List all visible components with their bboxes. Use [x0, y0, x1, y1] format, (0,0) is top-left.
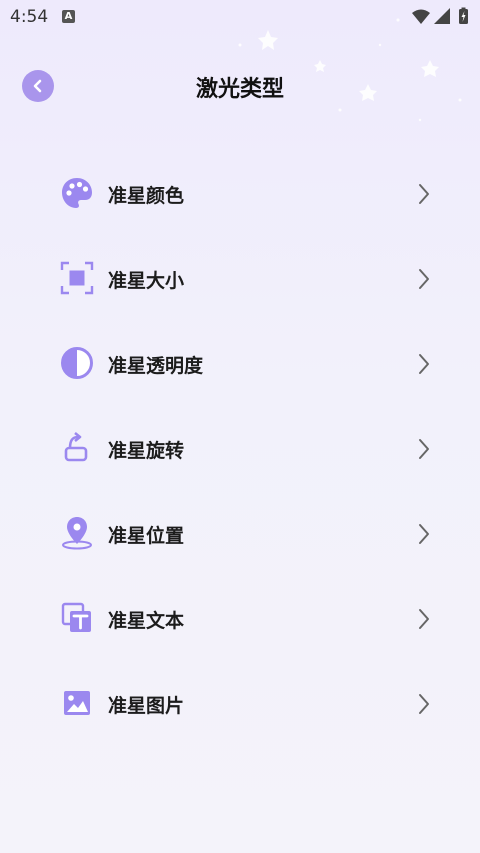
menu-item-image[interactable]: 准星图片	[0, 660, 480, 745]
chevron-right-icon	[419, 694, 429, 714]
text-box-icon	[61, 602, 91, 632]
menu-item-label: 准星文本	[108, 610, 185, 632]
notification-a-icon: A	[62, 10, 75, 23]
menu-item-label: 准星大小	[108, 270, 185, 292]
menu-item-label: 准星图片	[108, 695, 185, 717]
menu-item-text[interactable]: 准星文本	[0, 575, 480, 660]
chevron-right-icon	[419, 354, 429, 374]
page-title: 激光类型	[195, 77, 284, 102]
status-time: 4:54	[10, 7, 49, 27]
battery-icon	[459, 7, 468, 24]
rotate-icon	[64, 431, 88, 462]
status-icons	[410, 7, 472, 31]
menu-list: 准星颜色 准星大小 准星透明度 准星旋转 准星位置 准星文本 准星图片	[0, 150, 480, 745]
menu-item-label: 准星透明度	[108, 355, 204, 377]
signal-icon	[434, 8, 450, 24]
image-icon	[64, 691, 90, 715]
menu-item-position[interactable]: 准星位置	[0, 490, 480, 575]
half-circle-contrast-icon	[61, 347, 93, 379]
menu-item-label: 准星位置	[108, 525, 185, 547]
resize-frame-icon	[60, 261, 94, 295]
chevron-right-icon	[419, 269, 429, 289]
menu-item-color[interactable]: 准星颜色	[0, 150, 480, 235]
chevron-right-icon	[419, 439, 429, 459]
menu-item-label: 准星颜色	[108, 185, 185, 207]
wifi-icon	[412, 9, 430, 24]
chevron-right-icon	[419, 184, 429, 204]
palette-icon	[62, 178, 92, 208]
menu-item-label: 准星旋转	[108, 440, 185, 462]
menu-item-rotation[interactable]: 准星旋转	[0, 405, 480, 490]
status-bar: 4:54 A	[0, 0, 480, 34]
location-pin-icon	[62, 517, 92, 550]
menu-item-opacity[interactable]: 准星透明度	[0, 320, 480, 405]
chevron-right-icon	[419, 609, 429, 629]
chevron-right-icon	[419, 524, 429, 544]
menu-item-size[interactable]: 准星大小	[0, 235, 480, 320]
header: 激光类型	[0, 60, 480, 112]
